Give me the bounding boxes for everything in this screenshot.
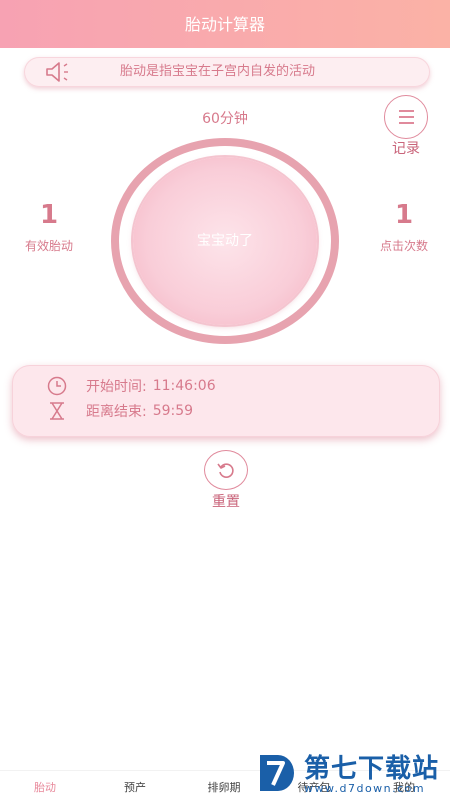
reset-button[interactable] [204, 450, 248, 490]
watermark-url: www.d7down.com [304, 782, 426, 795]
d7-logo-icon [260, 755, 294, 791]
app-header: 胎动计算器 [0, 0, 450, 48]
page-title: 胎动计算器 [184, 15, 265, 34]
record-button[interactable] [384, 95, 428, 139]
record-label[interactable]: 记录 [384, 138, 428, 158]
refresh-icon [217, 463, 234, 478]
notice-text: 胎动是指宝宝在子宫内自发的活动 [120, 64, 316, 79]
remaining-time-label: 距离结束: [86, 404, 147, 420]
kick-button[interactable]: 宝宝动了 [133, 157, 317, 325]
site-watermark: 第七下载站 www.d7down.com [252, 748, 450, 800]
session-duration: 60分钟 [202, 111, 248, 127]
start-time-value: 11:46:06 [152, 378, 216, 394]
tab-fetal-movement[interactable]: 胎动 [15, 779, 75, 795]
tab-ovulation[interactable]: 排卵期 [194, 779, 254, 795]
speaker-icon [46, 62, 68, 82]
effective-count: 1 [39, 200, 59, 230]
remaining-time-value: 59:59 [152, 403, 194, 419]
watermark-title: 第七下载站 [304, 754, 440, 784]
click-count: 1 [394, 200, 414, 230]
clock-icon [47, 376, 67, 396]
start-time-label: 开始时间: [86, 379, 147, 395]
notice-banner: 胎动是指宝宝在子宫内自发的活动 [24, 57, 430, 87]
reset-label[interactable]: 重置 [200, 491, 252, 511]
hourglass-icon [50, 402, 64, 420]
menu-icon [399, 110, 414, 112]
remaining-time-row: 距离结束: 59:59 [46, 400, 193, 422]
timer-card: 开始时间: 11:46:06 距离结束: 59:59 [12, 365, 440, 437]
tab-due-date[interactable]: 预产 [105, 779, 165, 795]
start-time-row: 开始时间: 11:46:06 [46, 375, 216, 397]
kick-button-label: 宝宝动了 [197, 233, 253, 249]
click-label: 点击次数 [379, 239, 428, 253]
effective-label: 有效胎动 [24, 239, 73, 253]
